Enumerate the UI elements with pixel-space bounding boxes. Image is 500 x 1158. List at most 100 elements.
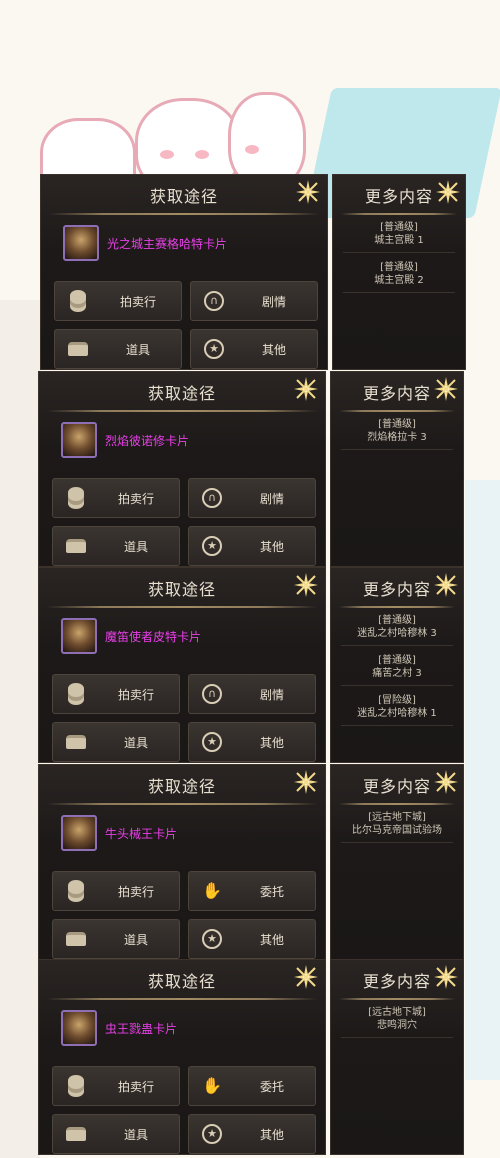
close-icon[interactable]	[295, 179, 321, 205]
dungeon-entry[interactable]: [普通级] 城主宫殿 1	[339, 221, 459, 247]
card-source-panel: 获取途径 光之城主赛格哈特卡片 拍卖行 ∩ 剧情 道具 ★ 其他 更多内容 [普通级] 城主宫殿 1…	[40, 174, 466, 370]
divider	[343, 292, 455, 293]
star-circle-icon: ★	[201, 1123, 223, 1145]
auction-button[interactable]: 拍卖行	[52, 674, 180, 714]
entry-type: [普通级]	[378, 615, 416, 626]
divider	[339, 998, 455, 1000]
panel-title: 获取途径	[147, 580, 216, 599]
source-panel: 获取途径 光之城主赛格哈特卡片 拍卖行 ∩ 剧情 道具 ★ 其他	[40, 174, 328, 370]
auction-button[interactable]: 拍卖行	[52, 1066, 180, 1106]
button-label: 其他	[259, 540, 284, 554]
other-button[interactable]: ★ 其他	[188, 919, 316, 959]
commission-button[interactable]: ✋ 委托	[188, 871, 316, 911]
bunny-blush	[195, 150, 209, 159]
coins-icon	[67, 290, 89, 312]
more-content-panel: 更多内容 [普通级] 烈焰格拉卡 3	[330, 371, 464, 567]
items-button[interactable]: 道具	[52, 526, 180, 566]
card-name: 光之城主赛格哈特卡片	[107, 237, 228, 251]
button-label: 剧情	[259, 688, 284, 702]
treasure-chest-icon	[67, 338, 89, 360]
more-content-panel: 更多内容 [远古地下城] 悲鸣洞穴	[330, 959, 464, 1155]
close-icon[interactable]	[435, 179, 461, 205]
items-button[interactable]: 道具	[52, 919, 180, 959]
close-icon[interactable]	[433, 376, 459, 402]
coins-icon	[65, 880, 87, 902]
button-label: 剧情	[261, 295, 286, 309]
divider	[341, 685, 453, 686]
dungeon-entry[interactable]: [远古地下城] 悲鸣洞穴	[337, 1006, 457, 1032]
background-decoration	[0, 300, 40, 1158]
card-name: 虫王戮蛊卡片	[105, 1022, 178, 1036]
other-button[interactable]: ★ 其他	[188, 1114, 316, 1154]
divider	[341, 449, 453, 450]
coins-icon	[65, 1075, 87, 1097]
entry-type: [远古地下城]	[368, 812, 426, 823]
dungeon-entry[interactable]: [普通级] 痛苦之村 3	[337, 654, 457, 680]
close-icon[interactable]	[293, 572, 319, 598]
card-icon	[61, 1010, 97, 1046]
other-button[interactable]: ★ 其他	[188, 722, 316, 762]
treasure-chest-icon	[65, 535, 87, 557]
close-icon[interactable]	[433, 769, 459, 795]
star-circle-icon: ★	[201, 928, 223, 950]
other-button[interactable]: ★ 其他	[190, 329, 318, 369]
entry-place: 比尔马克帝国试验场	[352, 825, 442, 836]
divider	[341, 725, 453, 726]
story-button[interactable]: ∩ 剧情	[188, 478, 316, 518]
bunny-blush	[160, 150, 174, 159]
hand-icon: ✋	[202, 881, 222, 900]
hand-icon: ✋	[202, 1076, 222, 1095]
treasure-chest-icon	[65, 1123, 87, 1145]
star-circle-icon: ★	[201, 731, 223, 753]
close-icon[interactable]	[293, 964, 319, 990]
card-icon	[61, 422, 97, 458]
card-icon	[63, 225, 99, 261]
items-button[interactable]: 道具	[52, 1114, 180, 1154]
coins-icon	[65, 487, 87, 509]
auction-button[interactable]: 拍卖行	[52, 478, 180, 518]
dungeon-entry[interactable]: [远古地下城] 比尔马克帝国试验场	[337, 811, 457, 837]
source-panel: 获取途径 魔笛使者皮特卡片 拍卖行 ∩ 剧情 道具 ★ 其他	[38, 567, 326, 763]
dungeon-entry[interactable]: [普通级] 烈焰格拉卡 3	[337, 418, 457, 444]
entry-type: [普通级]	[378, 419, 416, 430]
star-circle-icon: ★	[201, 535, 223, 557]
dungeon-entry[interactable]: [普通级] 城主宫殿 2	[339, 261, 459, 287]
treasure-chest-icon	[65, 731, 87, 753]
close-icon[interactable]	[293, 769, 319, 795]
close-icon[interactable]	[293, 376, 319, 402]
button-label: 其他	[259, 1128, 284, 1142]
more-content-panel: 更多内容 [普通级] 城主宫殿 1 [普通级] 城主宫殿 2	[332, 174, 466, 370]
entry-place: 迷乱之村哈穆林 3	[357, 628, 437, 639]
button-label: 其他	[261, 343, 286, 357]
items-button[interactable]: 道具	[52, 722, 180, 762]
dungeon-entry[interactable]: [冒险级] 迷乱之村哈穆林 1	[337, 694, 457, 720]
more-content-panel: 更多内容 [普通级] 迷乱之村哈穆林 3 [普通级] 痛苦之村 3 [冒险级] 迷乱之村哈穆…	[330, 567, 464, 763]
divider	[339, 606, 455, 608]
commission-button[interactable]: ✋ 委托	[188, 1066, 316, 1106]
card-source-panel: 获取途径 烈焰彼诺修卡片 拍卖行 ∩ 剧情 道具 ★ 其他 更多内容 [普通级] 烈焰格拉卡 3	[38, 371, 464, 567]
other-button[interactable]: ★ 其他	[188, 526, 316, 566]
auction-button[interactable]: 拍卖行	[54, 281, 182, 321]
story-button[interactable]: ∩ 剧情	[188, 674, 316, 714]
divider	[341, 842, 453, 843]
divider	[47, 606, 317, 608]
items-button[interactable]: 道具	[54, 329, 182, 369]
story-button[interactable]: ∩ 剧情	[190, 281, 318, 321]
entry-type: [普通级]	[378, 655, 416, 666]
close-icon[interactable]	[433, 572, 459, 598]
button-label: 道具	[123, 736, 148, 750]
entry-type: [冒险级]	[378, 695, 416, 706]
dungeon-entry[interactable]: [普通级] 迷乱之村哈穆林 3	[337, 614, 457, 640]
button-label: 委托	[259, 1080, 284, 1094]
auction-button[interactable]: 拍卖行	[52, 871, 180, 911]
close-icon[interactable]	[433, 964, 459, 990]
entry-place: 城主宫殿 2	[374, 275, 424, 286]
divider	[47, 410, 317, 412]
background-decoration	[465, 480, 500, 1080]
entry-type: [远古地下城]	[368, 1007, 426, 1018]
bunny-blush	[245, 145, 259, 154]
coins-icon	[65, 683, 87, 705]
entry-type: [普通级]	[380, 222, 418, 233]
button-label: 其他	[259, 736, 284, 750]
entry-type: [普通级]	[380, 262, 418, 273]
